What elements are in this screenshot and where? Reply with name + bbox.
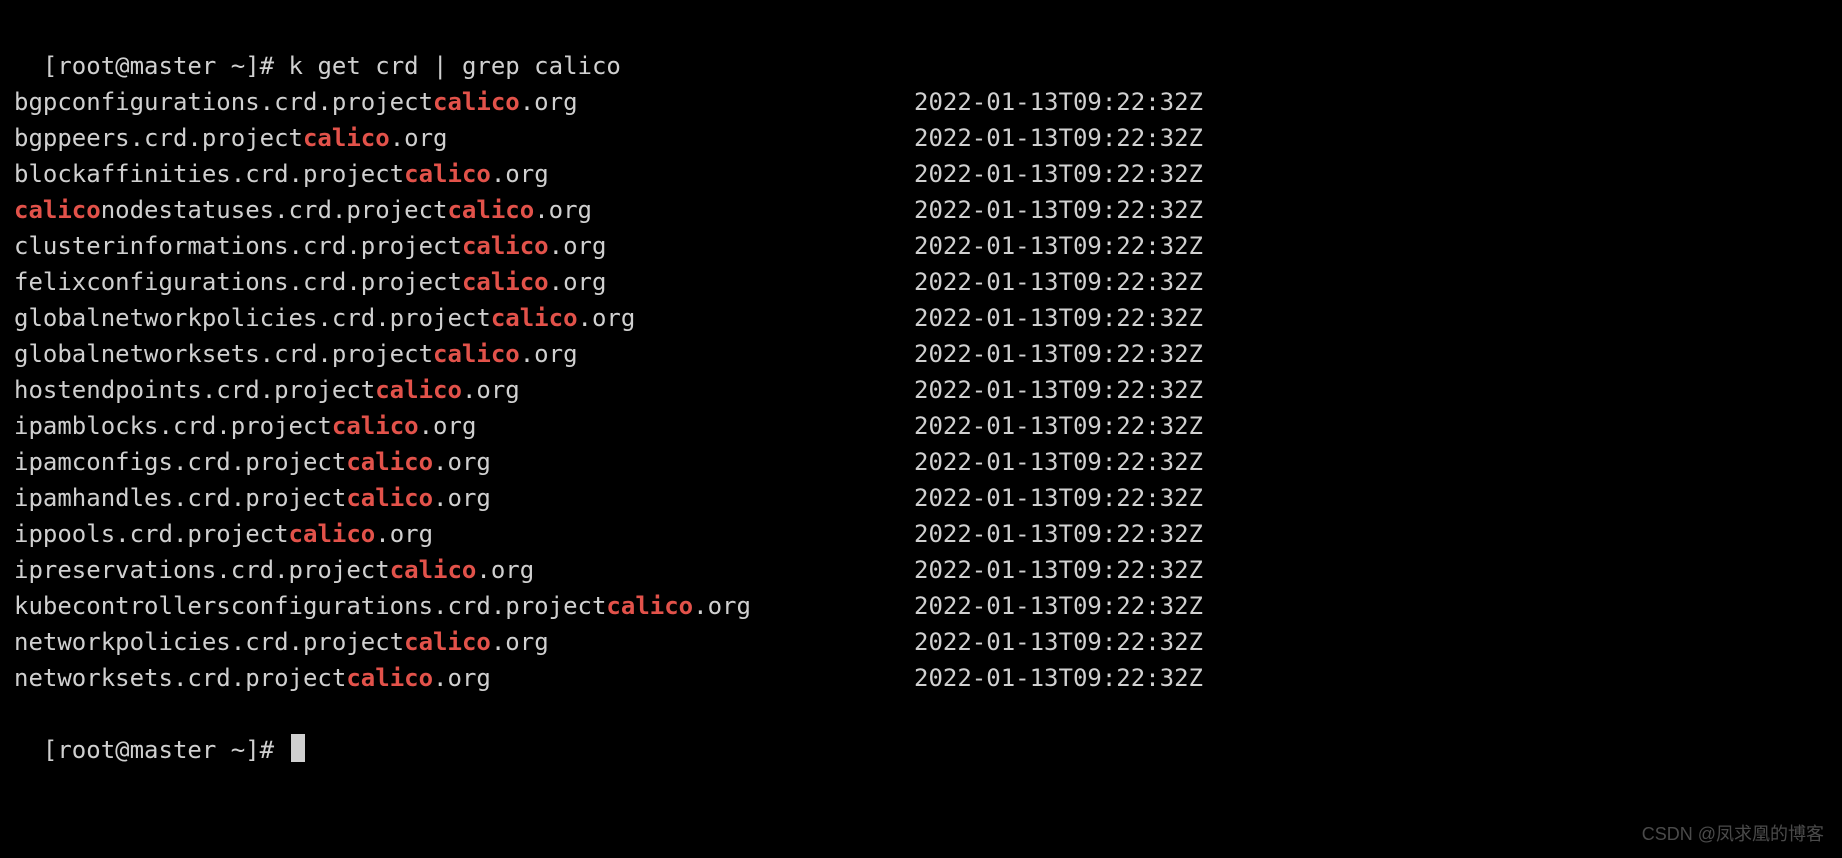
crd-timestamp: 2022-01-13T09:22:32Z (914, 300, 1203, 336)
shell-prompt: [root@master ~]# (43, 52, 289, 80)
output-row: bgpconfigurations.crd.projectcalico.org2… (14, 84, 1828, 120)
next-prompt-line[interactable]: [root@master ~]# (14, 696, 1828, 768)
grep-match: calico (491, 304, 578, 332)
output-row: bgppeers.crd.projectcalico.org2022-01-13… (14, 120, 1828, 156)
output-row: hostendpoints.crd.projectcalico.org2022-… (14, 372, 1828, 408)
crd-name: clusterinformations.crd.projectcalico.or… (14, 228, 914, 264)
grep-match: calico (375, 376, 462, 404)
crd-timestamp: 2022-01-13T09:22:32Z (914, 660, 1203, 696)
crd-timestamp: 2022-01-13T09:22:32Z (914, 408, 1203, 444)
command-output: bgpconfigurations.crd.projectcalico.org2… (14, 84, 1828, 696)
output-row: networkpolicies.crd.projectcalico.org202… (14, 624, 1828, 660)
grep-match: calico (433, 88, 520, 116)
grep-match: calico (332, 412, 419, 440)
command-line: [root@master ~]# k get crd | grep calico (14, 12, 1828, 84)
output-row: globalnetworksets.crd.projectcalico.org2… (14, 336, 1828, 372)
output-row: blockaffinities.crd.projectcalico.org202… (14, 156, 1828, 192)
output-row: ipamhandles.crd.projectcalico.org2022-01… (14, 480, 1828, 516)
crd-timestamp: 2022-01-13T09:22:32Z (914, 588, 1203, 624)
crd-name: networksets.crd.projectcalico.org (14, 660, 914, 696)
crd-name: blockaffinities.crd.projectcalico.org (14, 156, 914, 192)
grep-match: calico (303, 124, 390, 152)
output-row: ippools.crd.projectcalico.org2022-01-13T… (14, 516, 1828, 552)
grep-match: calico (346, 448, 433, 476)
output-row: ipreservations.crd.projectcalico.org2022… (14, 552, 1828, 588)
grep-match: calico (433, 340, 520, 368)
crd-timestamp: 2022-01-13T09:22:32Z (914, 120, 1203, 156)
grep-match: calico (390, 556, 477, 584)
crd-name: bgpconfigurations.crd.projectcalico.org (14, 84, 914, 120)
output-row: ipamblocks.crd.projectcalico.org2022-01-… (14, 408, 1828, 444)
grep-match: calico (404, 160, 491, 188)
crd-name: ipamconfigs.crd.projectcalico.org (14, 444, 914, 480)
grep-match: calico (606, 592, 693, 620)
output-row: kubecontrollersconfigurations.crd.projec… (14, 588, 1828, 624)
output-row: globalnetworkpolicies.crd.projectcalico.… (14, 300, 1828, 336)
grep-match: calico (462, 268, 549, 296)
crd-name: bgppeers.crd.projectcalico.org (14, 120, 914, 156)
output-row: networksets.crd.projectcalico.org2022-01… (14, 660, 1828, 696)
output-row: clusterinformations.crd.projectcalico.or… (14, 228, 1828, 264)
grep-match: calico (404, 628, 491, 656)
watermark-text: CSDN @凤求凰的博客 (1642, 821, 1824, 848)
crd-timestamp: 2022-01-13T09:22:32Z (914, 84, 1203, 120)
output-row: felixconfigurations.crd.projectcalico.or… (14, 264, 1828, 300)
output-row: caliconodestatuses.crd.projectcalico.org… (14, 192, 1828, 228)
crd-name: globalnetworksets.crd.projectcalico.org (14, 336, 914, 372)
crd-timestamp: 2022-01-13T09:22:32Z (914, 444, 1203, 480)
crd-timestamp: 2022-01-13T09:22:32Z (914, 372, 1203, 408)
crd-timestamp: 2022-01-13T09:22:32Z (914, 516, 1203, 552)
shell-prompt: [root@master ~]# (43, 736, 289, 764)
crd-name: ippools.crd.projectcalico.org (14, 516, 914, 552)
crd-timestamp: 2022-01-13T09:22:32Z (914, 156, 1203, 192)
crd-name: globalnetworkpolicies.crd.projectcalico.… (14, 300, 914, 336)
crd-timestamp: 2022-01-13T09:22:32Z (914, 336, 1203, 372)
crd-name: networkpolicies.crd.projectcalico.org (14, 624, 914, 660)
crd-timestamp: 2022-01-13T09:22:32Z (914, 264, 1203, 300)
grep-match: calico (289, 520, 376, 548)
grep-match: calico (14, 196, 101, 224)
crd-name: caliconodestatuses.crd.projectcalico.org (14, 192, 914, 228)
crd-timestamp: 2022-01-13T09:22:32Z (914, 480, 1203, 516)
shell-command: k get crd | grep calico (289, 52, 621, 80)
grep-match: calico (447, 196, 534, 224)
grep-match: calico (346, 664, 433, 692)
output-row: ipamconfigs.crd.projectcalico.org2022-01… (14, 444, 1828, 480)
crd-name: felixconfigurations.crd.projectcalico.or… (14, 264, 914, 300)
grep-match: calico (462, 232, 549, 260)
crd-timestamp: 2022-01-13T09:22:32Z (914, 192, 1203, 228)
cursor-icon (291, 734, 305, 762)
crd-timestamp: 2022-01-13T09:22:32Z (914, 552, 1203, 588)
grep-match: calico (346, 484, 433, 512)
crd-timestamp: 2022-01-13T09:22:32Z (914, 228, 1203, 264)
crd-name: ipamblocks.crd.projectcalico.org (14, 408, 914, 444)
crd-name: kubecontrollersconfigurations.crd.projec… (14, 588, 914, 624)
crd-timestamp: 2022-01-13T09:22:32Z (914, 624, 1203, 660)
crd-name: ipreservations.crd.projectcalico.org (14, 552, 914, 588)
crd-name: ipamhandles.crd.projectcalico.org (14, 480, 914, 516)
crd-name: hostendpoints.crd.projectcalico.org (14, 372, 914, 408)
